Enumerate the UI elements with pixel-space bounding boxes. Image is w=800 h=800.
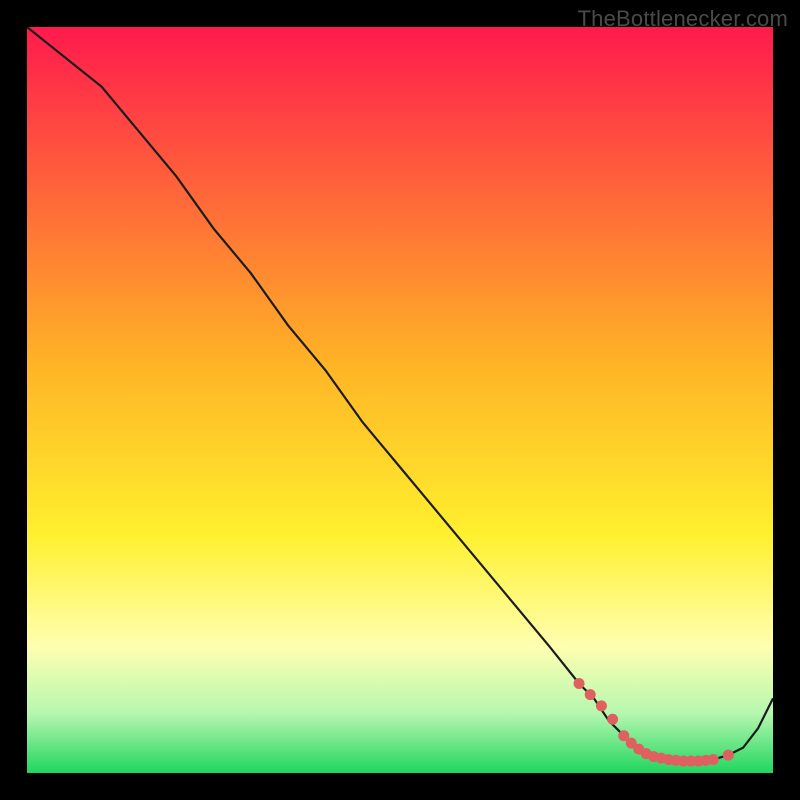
marker-point bbox=[574, 678, 585, 689]
chart-frame: TheBottlenecker.com bbox=[0, 0, 800, 800]
watermark-text: TheBottlenecker.com bbox=[578, 6, 788, 32]
marker-point bbox=[585, 689, 596, 700]
chart-svg bbox=[27, 27, 773, 773]
plot-area bbox=[27, 27, 773, 773]
marker-point bbox=[708, 754, 719, 765]
marker-point bbox=[723, 750, 734, 761]
marker-point bbox=[607, 714, 618, 725]
gradient-background bbox=[27, 27, 773, 773]
marker-point bbox=[596, 700, 607, 711]
